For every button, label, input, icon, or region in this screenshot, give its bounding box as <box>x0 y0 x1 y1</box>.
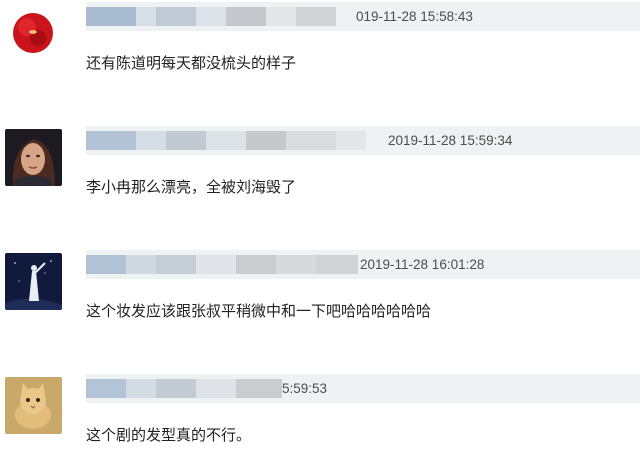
comment-item: 5:59:53 这个剧的发型真的不行。 <box>0 374 640 449</box>
masked-username[interactable] <box>86 131 386 150</box>
masked-username[interactable] <box>86 7 356 26</box>
comment-item: 019-11-28 15:58:43 还有陈道明每天都没梳头的样子 <box>0 2 640 120</box>
comment-text: 这个妆发应该跟张叔平稍微中和一下吧哈哈哈哈哈哈 <box>86 302 432 320</box>
comment-timestamp: 2019-11-28 15:59:34 <box>388 133 513 148</box>
comment-timestamp: 2019-11-28 16:01:28 <box>360 257 485 272</box>
comment-text: 李小冉那么漂亮，全被刘海毁了 <box>86 178 297 196</box>
cat-avatar <box>5 377 62 434</box>
user-avatar[interactable] <box>5 129 62 186</box>
user-avatar[interactable] <box>5 5 62 62</box>
comment-header: 2019-11-28 15:59:34 <box>86 126 640 155</box>
masked-username[interactable] <box>86 255 358 274</box>
comment-item: 2019-11-28 15:59:34 李小冉那么漂亮，全被刘海毁了 <box>0 126 640 244</box>
night-sky-figure-avatar <box>5 253 62 310</box>
comment-header: 5:59:53 <box>86 374 640 403</box>
comment-text: 还有陈道明每天都没梳头的样子 <box>86 54 297 72</box>
masked-username[interactable] <box>86 379 282 398</box>
user-avatar[interactable] <box>5 377 62 434</box>
comment-timestamp: 5:59:53 <box>282 381 328 396</box>
user-avatar[interactable] <box>5 253 62 310</box>
red-rose-avatar <box>5 5 62 62</box>
comment-header: 019-11-28 15:58:43 <box>86 2 640 31</box>
woman-portrait-avatar <box>5 129 62 186</box>
comment-item: 2019-11-28 16:01:28 这个妆发应该跟张叔平稍微中和一下吧哈哈哈… <box>0 250 640 368</box>
comment-header: 2019-11-28 16:01:28 <box>86 250 640 279</box>
comment-timestamp: 019-11-28 15:58:43 <box>356 9 473 24</box>
comment-text: 这个剧的发型真的不行。 <box>86 426 252 444</box>
